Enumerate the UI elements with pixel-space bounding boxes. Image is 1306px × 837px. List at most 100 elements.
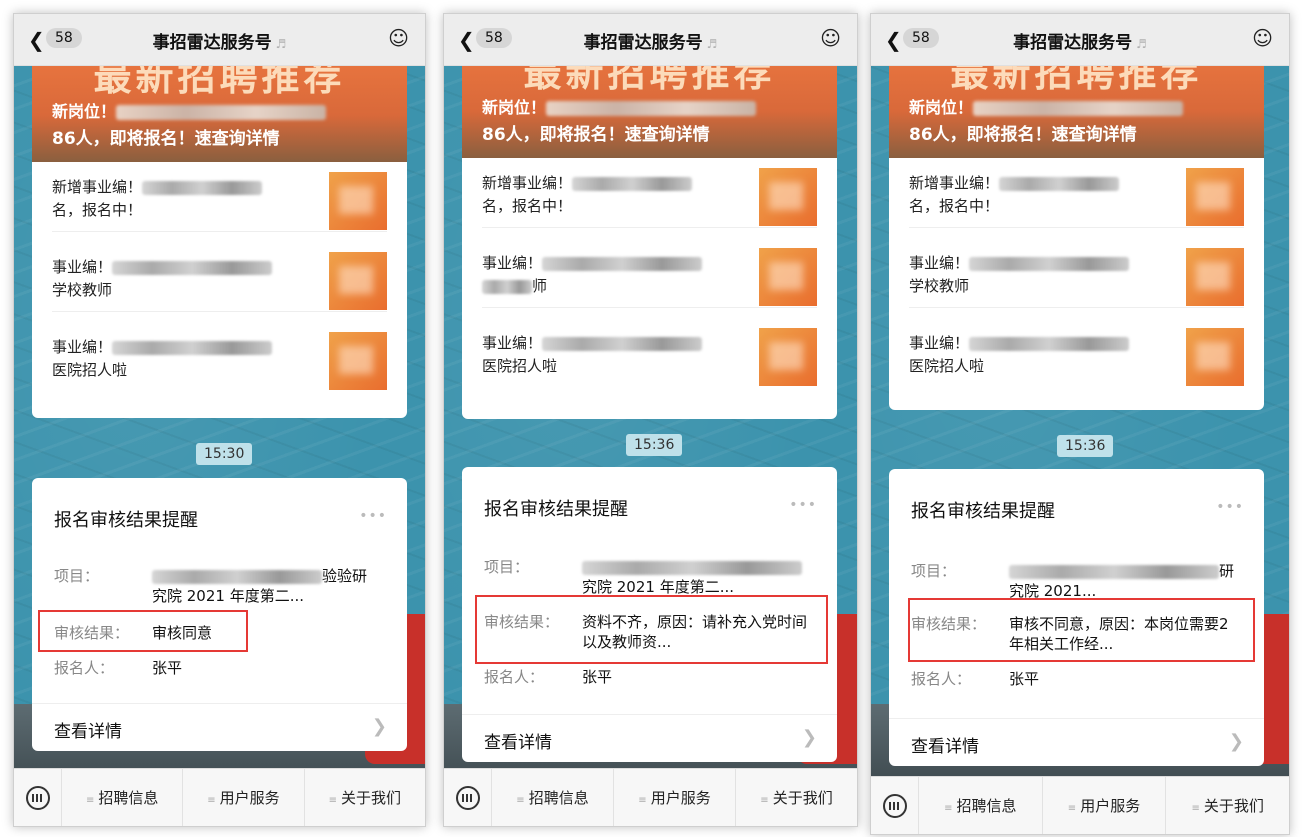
article-item-line2: 师 (532, 277, 548, 295)
article-thumbnail (329, 332, 387, 390)
menu-tab[interactable]: ≡ 关于我们 (736, 769, 857, 827)
article-item-line1: 事业编！ (909, 254, 970, 272)
card-title: 报名审核结果提醒 (54, 510, 198, 531)
menu-lines-icon: ≡ (328, 794, 337, 806)
keyboard-icon (25, 785, 50, 810)
blurred-text (969, 256, 1130, 271)
view-details-link[interactable]: 查看详情 ❯ (889, 718, 1264, 766)
project-label: 项目： (911, 562, 957, 580)
menu-tab-label: 用户服务 (650, 788, 711, 807)
menu-tab[interactable]: ≡ 关于我们 (305, 769, 425, 827)
menu-tab[interactable]: ≡ 招聘信息 (62, 768, 184, 826)
article-list-item[interactable]: 事业编！ 医院招人啦 (482, 318, 817, 388)
menu-lines-icon: ≡ (638, 794, 647, 806)
view-details-text: 查看详情 (911, 737, 979, 757)
menu-tab-label: 招聘信息 (956, 796, 1017, 815)
card-title: 报名审核结果提醒 (911, 501, 1055, 522)
menu-tab[interactable]: ≡ 用户服务 (1043, 776, 1167, 834)
bottom-menu: ≡ 招聘信息 ≡ 用户服务 ≡ 关于我们 (871, 776, 1289, 834)
article-item-line2: 医院招人啦 (52, 361, 128, 379)
article-list-item[interactable]: 事业编！ 学校教师 (909, 238, 1244, 308)
chat-title-text: 事招雷达服务号 (152, 33, 272, 53)
article-hero[interactable]: 最新招聘推荐 新岗位！ 86人，即将报名！速查询详情 (889, 54, 1264, 158)
more-options-icon[interactable]: ••• (359, 508, 387, 524)
applicant-label: 报名人： (54, 659, 115, 677)
article-list-item[interactable]: 新增事业编！ 名，报名中！ (52, 162, 387, 232)
menu-tab[interactable]: ≡ 关于我们 (1166, 777, 1289, 835)
article-hero[interactable]: 最新招聘推荐 新岗位！ 86人，即将报名！速查询详情 (462, 54, 837, 158)
hero-line-1: 新岗位！ (909, 94, 1184, 118)
profile-icon[interactable]: ☺ (1252, 26, 1273, 50)
article-item-text: 新增事业编！ 名，报名中！ (909, 172, 1149, 218)
article-item-line1: 新增事业编！ (909, 174, 1000, 192)
article-card[interactable]: 最新招聘推荐 新岗位！ 86人，即将报名！速查询详情 新增事业编！ 名，报名中！ … (32, 58, 407, 418)
highlight-box (908, 598, 1255, 662)
applicant-value: 张平 (582, 668, 613, 686)
more-options-icon[interactable]: ••• (1216, 499, 1244, 515)
menu-tab-label: 关于我们 (341, 788, 402, 807)
article-hero[interactable]: 最新招聘推荐 新岗位！ 86人，即将报名！速查询详情 (32, 58, 407, 162)
menu-tab-label: 关于我们 (772, 788, 833, 807)
menu-tab[interactable]: ≡ 用户服务 (614, 768, 736, 826)
hero-line-2: 86人，即将报名！速查询详情 (909, 125, 1137, 145)
blurred-text (152, 569, 322, 584)
article-item-line2: 名，报名中！ (482, 197, 573, 215)
blurred-text (116, 105, 327, 120)
chevron-right-icon: ❯ (801, 727, 817, 748)
blurred-text (142, 180, 263, 195)
article-item-text: 新增事业编！ 名，报名中！ (52, 176, 292, 222)
view-details-link[interactable]: 查看详情 ❯ (462, 714, 837, 762)
applicant-value: 张平 (152, 659, 183, 677)
message-timestamp: 15:36 (626, 434, 683, 456)
article-list-item[interactable]: 事业编！ 师 (482, 238, 817, 308)
article-list-item[interactable]: 新增事业编！ 名，报名中！ (482, 158, 817, 228)
project-row: 项目： 究院 2021 年度第二... (484, 557, 815, 597)
bottom-menu: ≡ 招聘信息 ≡ 用户服务 ≡ 关于我们 (14, 768, 425, 826)
keyboard-icon (455, 785, 480, 810)
profile-icon[interactable]: ☺ (388, 26, 409, 50)
phone-screen-1: ❮ 58 事招雷达服务号 ♬ ☺ 最新招聘推荐 新岗位！ 86人，即将报名！速查询… (13, 13, 426, 827)
article-list-item[interactable]: 事业编！ 医院招人啦 (52, 322, 387, 392)
keyboard-toggle-icon[interactable] (871, 776, 919, 834)
blurred-text (112, 340, 273, 355)
article-item-line1: 事业编！ (482, 254, 543, 272)
article-list-item[interactable]: 事业编！ 学校教师 (52, 242, 387, 312)
blurred-text (999, 176, 1120, 191)
article-card[interactable]: 最新招聘推荐 新岗位！ 86人，即将报名！速查询详情 新增事业编！ 名，报名中！ … (462, 54, 837, 419)
menu-tab[interactable]: ≡ 招聘信息 (492, 768, 614, 826)
blurred-text (546, 101, 757, 116)
keyboard-toggle-icon[interactable] (14, 768, 62, 826)
menu-tab[interactable]: ≡ 用户服务 (183, 768, 305, 826)
article-thumbnail (329, 172, 387, 230)
article-thumbnail (1186, 168, 1244, 226)
article-item-line2: 医院招人啦 (482, 357, 558, 375)
keyboard-toggle-icon[interactable] (444, 768, 492, 826)
chevron-right-icon: ❯ (1228, 731, 1244, 752)
article-thumbnail (1186, 328, 1244, 386)
menu-tab[interactable]: ≡ 招聘信息 (919, 776, 1043, 834)
article-list-item[interactable]: 事业编！ 医院招人啦 (909, 318, 1244, 388)
article-item-line2: 学校教师 (909, 277, 970, 295)
message-timestamp: 15:36 (1057, 435, 1114, 457)
blurred-text (572, 176, 693, 191)
article-item-text: 事业编！ 学校教师 (52, 256, 292, 302)
hero-line-1-text: 新岗位！ (909, 98, 974, 117)
menu-lines-icon: ≡ (207, 794, 216, 806)
message-timestamp: 15:30 (196, 443, 253, 465)
article-list-item[interactable]: 新增事业编！ 名，报名中！ (909, 158, 1244, 228)
menu-lines-icon: ≡ (944, 802, 953, 814)
menu-lines-icon: ≡ (85, 794, 95, 806)
menu-tab-label: 关于我们 (1203, 796, 1264, 815)
view-details-text: 查看详情 (484, 733, 552, 753)
hero-line-1: 新岗位！ (482, 94, 757, 118)
mute-bell-icon: ♬ (1136, 37, 1147, 51)
hero-line-1: 新岗位！ (52, 98, 327, 122)
profile-icon[interactable]: ☺ (820, 26, 841, 50)
more-options-icon[interactable]: ••• (789, 497, 817, 513)
article-item-line1: 事业编！ (52, 338, 113, 356)
project-value-end: 验验研 (322, 567, 368, 585)
article-item-line1: 新增事业编！ (52, 178, 143, 196)
mute-bell-icon: ♬ (275, 37, 287, 51)
view-details-link[interactable]: 查看详情 ❯ (32, 703, 407, 751)
article-card[interactable]: 最新招聘推荐 新岗位！ 86人，即将报名！速查询详情 新增事业编！ 名，报名中！ … (889, 54, 1264, 410)
